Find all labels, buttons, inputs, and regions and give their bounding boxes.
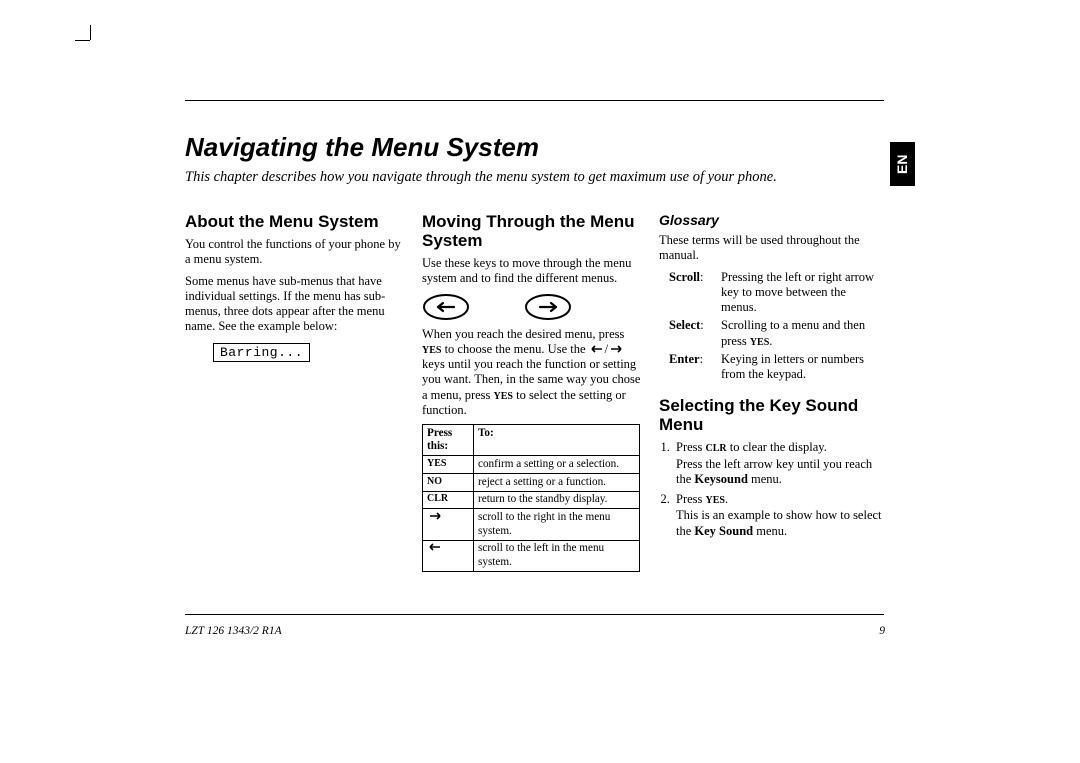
body-text: You control the functions of your phone … [185, 237, 409, 268]
left-arrow-icon [589, 343, 605, 353]
footer-docid: LZT 126 1343/2 R1A [185, 625, 282, 637]
heading-selecting: Selecting the Key Sound Menu [659, 396, 884, 434]
right-arrow-icon [608, 343, 624, 353]
manual-page: EN Navigating the Menu System This chapt… [185, 0, 885, 763]
table-header: Press this: [423, 425, 474, 456]
left-arrow-icon [427, 542, 443, 552]
step-list: Press CLR to clear the display. Press th… [659, 440, 884, 539]
left-arrow-key-icon [422, 293, 470, 321]
glossary-item: Scroll Pressing the left or right arrow … [669, 270, 884, 316]
footer-rule [185, 614, 884, 615]
column-about: About the Menu System You control the fu… [185, 212, 409, 362]
header-rule [185, 100, 884, 101]
table-row: NO reject a setting or a function. [423, 474, 640, 492]
language-tab: EN [890, 142, 915, 186]
column-glossary-select: Glossary These terms will be used throug… [659, 212, 884, 544]
footer-pagenum: 9 [879, 625, 885, 637]
chapter-title: Navigating the Menu System [185, 132, 539, 163]
crop-mark [90, 25, 91, 40]
press-table: Press this: To: YES confirm a setting or… [422, 424, 640, 572]
column-moving: Moving Through the Menu System Use these… [422, 212, 646, 572]
heading-about: About the Menu System [185, 212, 409, 231]
heading-moving: Moving Through the Menu System [422, 212, 646, 250]
table-row: YES confirm a setting or a selection. [423, 456, 640, 474]
body-text: Use these keys to move through the menu … [422, 256, 646, 287]
body-text: Some menus have sub-menus that have indi… [185, 274, 409, 335]
table-row: scroll to the right in the menu system. [423, 509, 640, 540]
chapter-intro: This chapter describes how you navigate … [185, 168, 850, 186]
heading-glossary: Glossary [659, 212, 884, 229]
body-text: These terms will be used throughout the … [659, 233, 884, 264]
table-header: To: [474, 425, 640, 456]
right-arrow-icon [427, 511, 443, 521]
step-item: Press YES. This is an example to show ho… [673, 492, 884, 539]
right-arrow-key-icon [524, 293, 572, 321]
arrow-key-icons [422, 293, 646, 321]
crop-mark [75, 40, 90, 41]
table-row: scroll to the left in the menu system. [423, 540, 640, 571]
lcd-example: Barring... [213, 343, 310, 363]
step-item: Press CLR to clear the display. Press th… [673, 440, 884, 487]
table-row: CLR return to the standby display. [423, 491, 640, 509]
glossary-item: Enter Keying in letters or numbers from … [669, 352, 884, 383]
body-text: When you reach the desired menu, press Y… [422, 327, 646, 419]
glossary-item: Select Scrolling to a menu and then pres… [669, 318, 884, 349]
